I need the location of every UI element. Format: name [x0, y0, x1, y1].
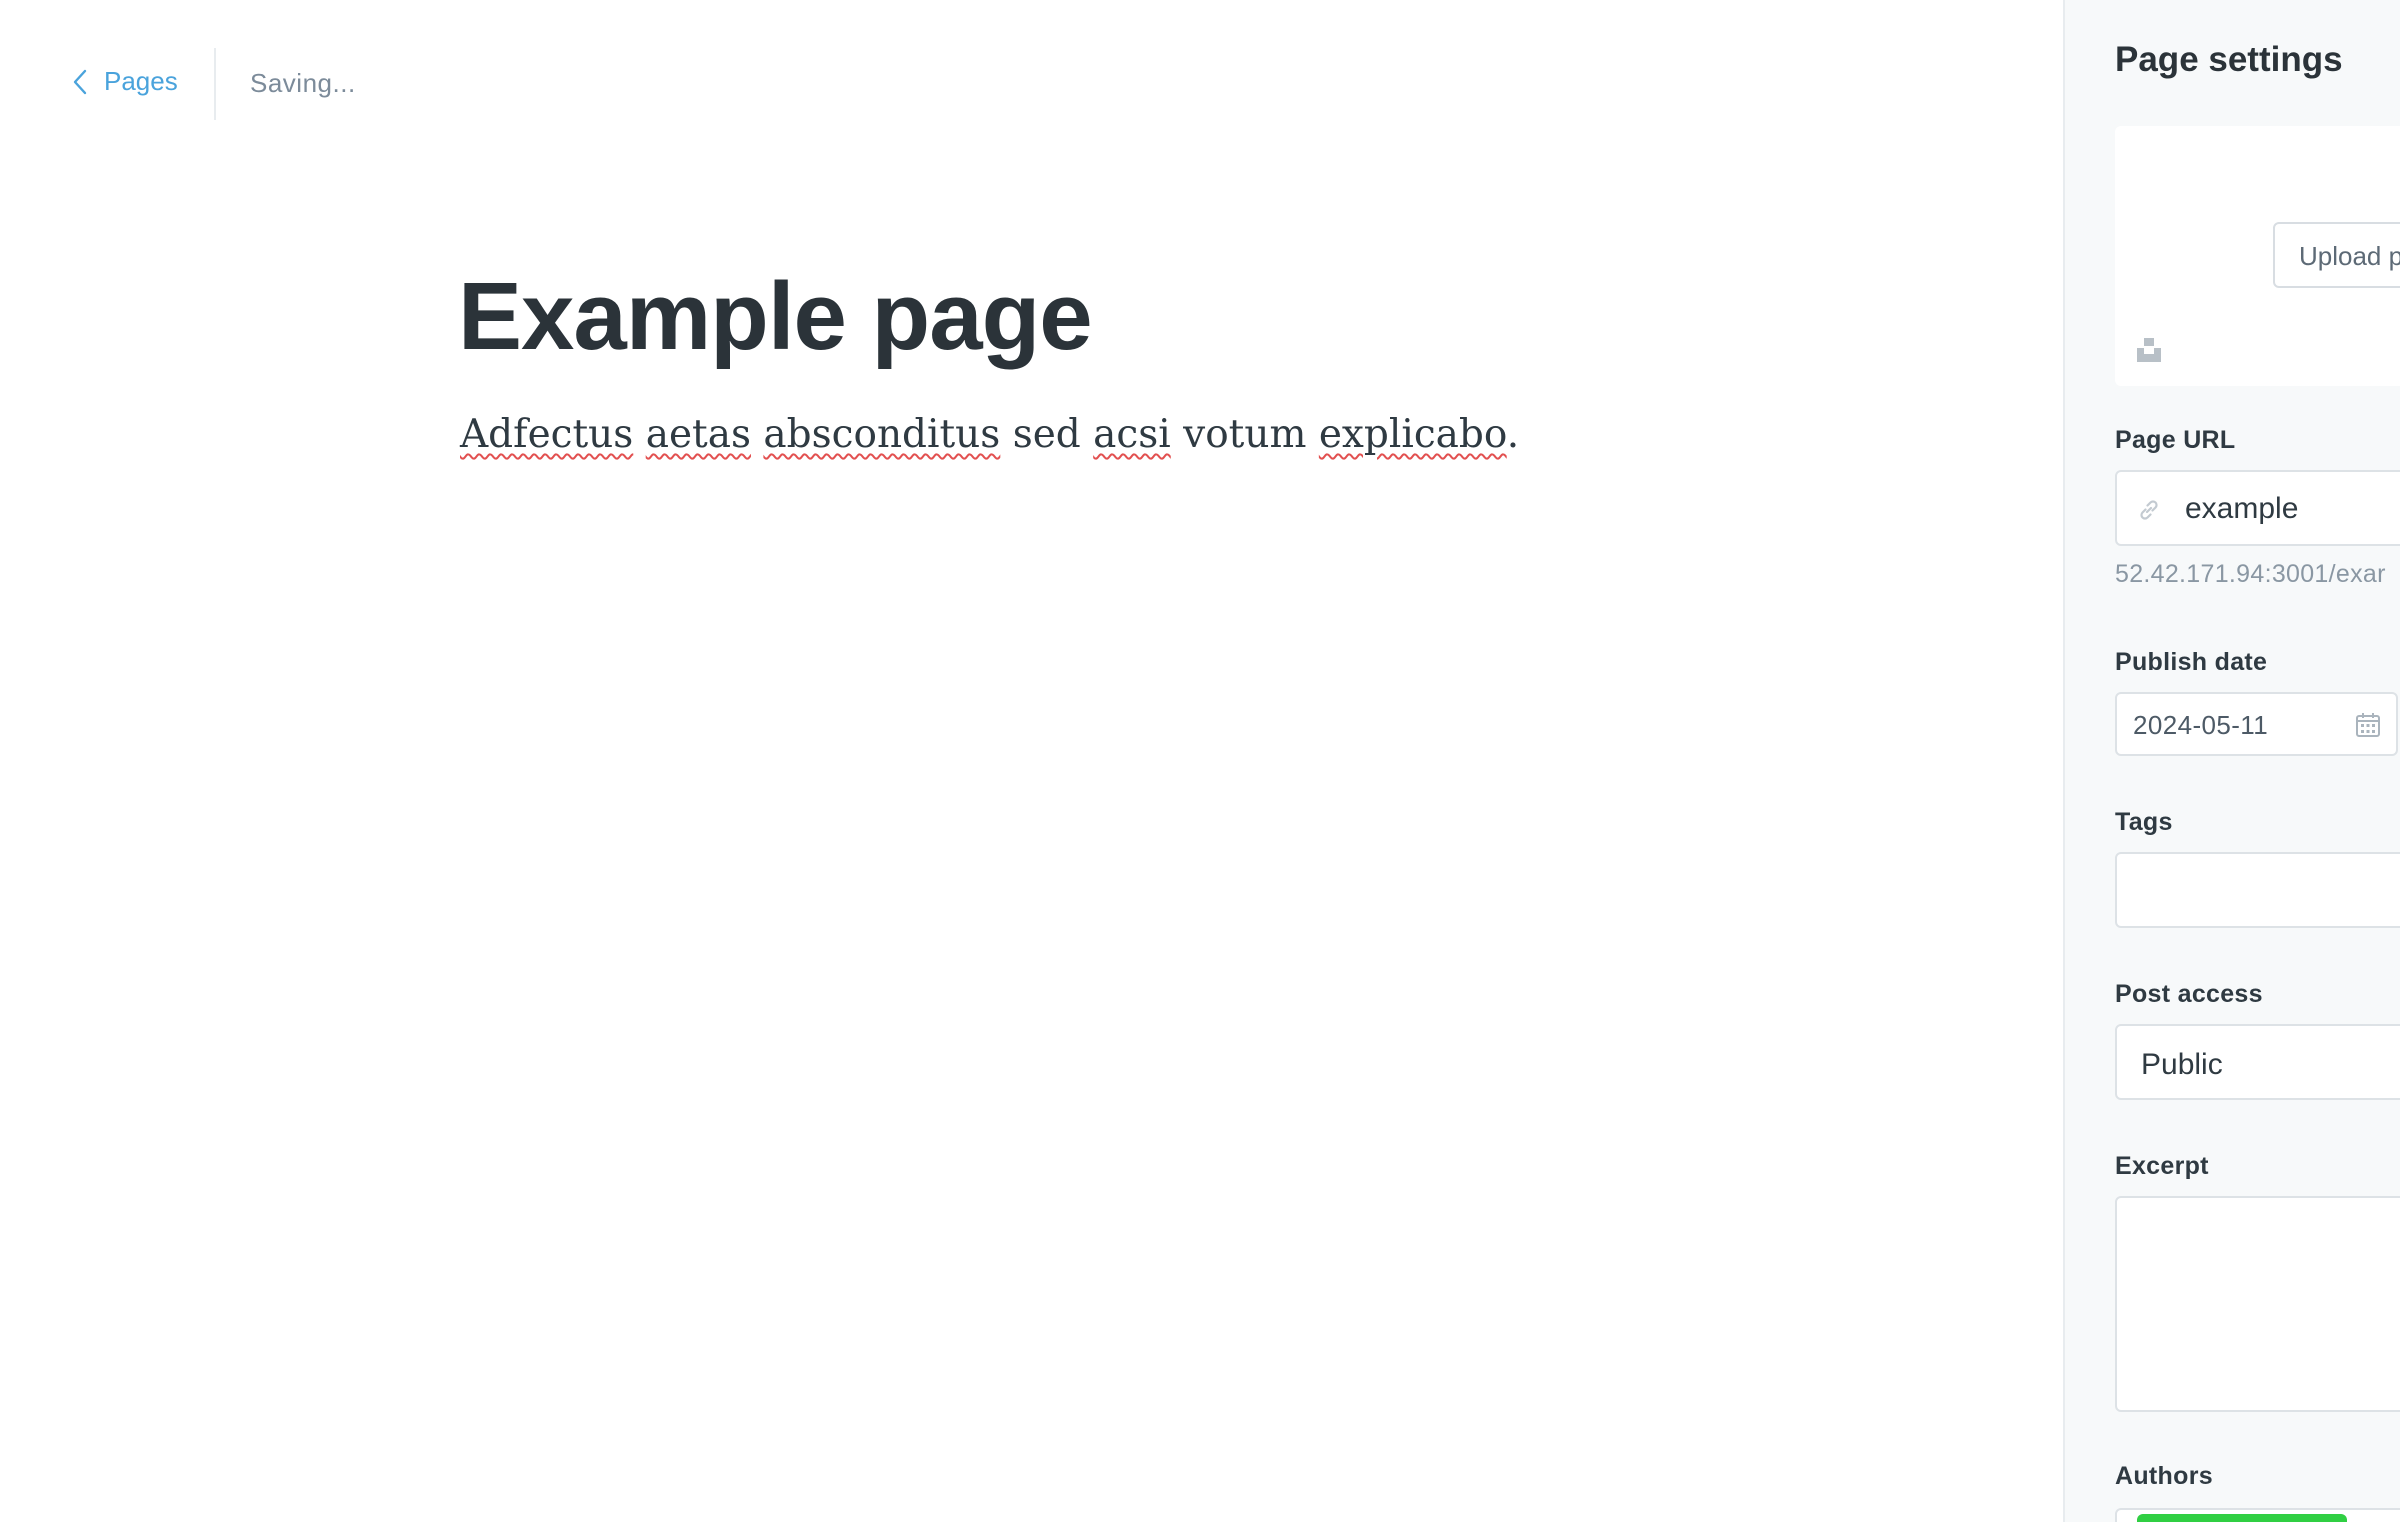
misspelled-word: acsi [1093, 412, 1171, 457]
excerpt-label: Excerpt [2115, 1152, 2209, 1180]
misspelled-word: aetas [645, 412, 751, 457]
page-url-input[interactable]: example [2115, 470, 2400, 546]
page-url-label: Page URL [2115, 426, 2236, 454]
page-settings-panel: Page settings Upload p Page URL example … [2063, 0, 2400, 1522]
link-icon [2140, 500, 2158, 520]
post-access-select[interactable]: Public [2115, 1024, 2400, 1100]
page-url-value: example [2185, 492, 2299, 525]
excerpt-textarea[interactable] [2115, 1196, 2400, 1412]
unsplash-icon[interactable] [2135, 336, 2163, 364]
back-link-label: Pages [104, 66, 178, 96]
calendar-icon[interactable] [2354, 711, 2382, 739]
back-to-pages-link[interactable]: Pages [70, 66, 178, 97]
publish-date-value: 2024-05-11 [2133, 710, 2269, 740]
header-divider [214, 48, 216, 120]
editor-area: Pages Saving... Example page Adfectus ae… [0, 0, 2063, 1522]
chevron-left-icon [73, 69, 87, 94]
panel-title: Page settings [2115, 40, 2343, 79]
save-status: Saving... [250, 68, 356, 98]
tags-label: Tags [2115, 808, 2173, 836]
upload-image-button[interactable]: Upload p [2273, 222, 2400, 288]
authors-label: Authors [2115, 1462, 2213, 1490]
post-access-value: Public [2141, 1048, 2223, 1081]
misspelled-word: Adfectus [460, 412, 634, 457]
page-title[interactable]: Example page [458, 262, 1093, 372]
publish-date-label: Publish date [2115, 648, 2268, 676]
post-access-label: Post access [2115, 980, 2263, 1008]
page-body-paragraph[interactable]: Adfectus aetas absconditus sed acsi votu… [460, 412, 1519, 457]
tags-input[interactable] [2115, 852, 2400, 928]
author-token[interactable] [2137, 1514, 2347, 1522]
feature-image-uploader[interactable]: Upload p [2115, 126, 2400, 386]
misspelled-word: explicabo [1318, 412, 1507, 457]
editor-header: Pages Saving... [0, 0, 2063, 170]
publish-date-input[interactable]: 2024-05-11 [2115, 692, 2398, 756]
misspelled-word: absconditus [763, 412, 1001, 457]
page-url-preview: 52.42.171.94:3001/exar [2115, 560, 2386, 588]
